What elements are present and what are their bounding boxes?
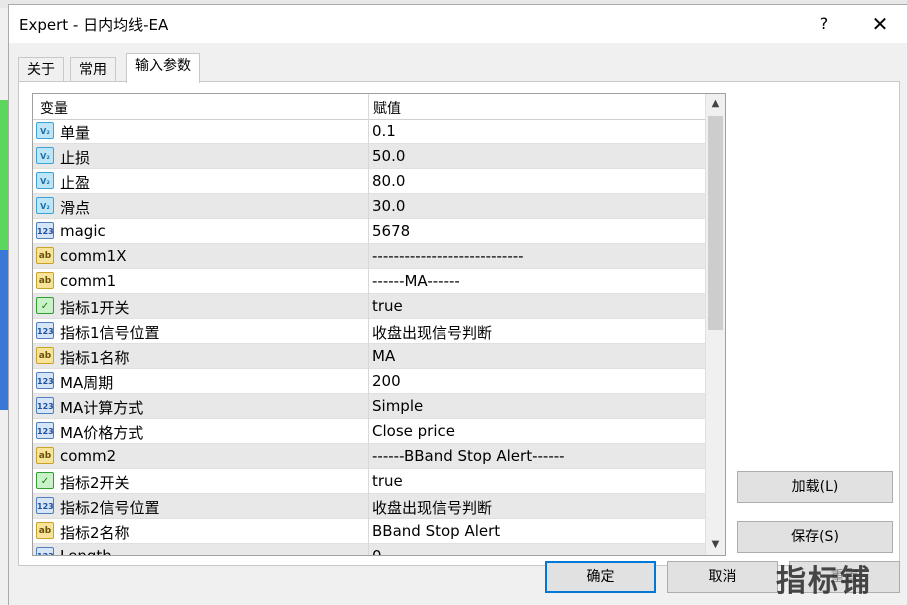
v2-icon: V₂: [36, 147, 54, 164]
parameter-row[interactable]: V₂ 止损 50.0: [33, 144, 705, 169]
123-icon: 123: [36, 397, 54, 414]
parameter-row[interactable]: ab comm1X ----------------------------: [33, 244, 705, 269]
parameter-name: 指标2开关: [60, 474, 130, 492]
parameter-value[interactable]: 0.1: [372, 122, 396, 140]
tab-inputs[interactable]: 输入参数: [126, 53, 200, 83]
parameter-name: comm1: [60, 272, 117, 290]
watermark-logo: 指标铺: [776, 564, 872, 599]
v2-icon: V₂: [36, 122, 54, 139]
parameter-name: comm2: [60, 447, 117, 465]
parameter-name: 止盈: [60, 174, 91, 192]
window-title: Expert - 日内均线-EA: [19, 16, 169, 34]
parameter-name: 指标2信号位置: [60, 499, 160, 517]
save-button[interactable]: 保存(S): [737, 521, 893, 553]
parameter-name: 指标2名称: [60, 524, 130, 542]
ab-icon: ab: [36, 522, 54, 539]
parameter-value[interactable]: 80.0: [372, 172, 405, 190]
parameter-value[interactable]: BBand Stop Alert: [372, 522, 500, 540]
parameter-row[interactable]: V₂ 滑点 30.0: [33, 194, 705, 219]
ab-icon: ab: [36, 247, 54, 264]
bool-icon: ✓: [36, 472, 54, 489]
v2-icon: V₂: [36, 172, 54, 189]
tab-common[interactable]: 常用: [70, 57, 116, 82]
parameter-row[interactable]: 123 MA周期 200: [33, 369, 705, 394]
parameter-name: MA价格方式: [60, 424, 144, 442]
parameter-value[interactable]: MA: [372, 347, 395, 365]
123-icon: 123: [36, 372, 54, 389]
parameter-row[interactable]: 123 Length 0: [33, 544, 705, 556]
parameter-name: comm1X: [60, 247, 127, 265]
tab-about[interactable]: 关于: [18, 57, 64, 82]
123-icon: 123: [36, 547, 54, 555]
parameter-row[interactable]: ✓ 指标2开关 true: [33, 469, 705, 494]
parameter-value[interactable]: 收盘出现信号判断: [372, 322, 492, 343]
load-button[interactable]: 加载(L): [737, 471, 893, 503]
parameter-value[interactable]: ------BBand Stop Alert------: [372, 447, 565, 465]
parameter-name: 指标1开关: [60, 299, 130, 317]
parameter-name: 滑点: [60, 199, 91, 217]
parameter-row[interactable]: 123 指标2信号位置 收盘出现信号判断: [33, 494, 705, 519]
parameter-row[interactable]: 123 magic 5678: [33, 219, 705, 244]
parameter-name: 止损: [60, 149, 91, 167]
parameters-grid[interactable]: 变量 赋值 V₂ 单量 0.1 V₂ 止损 50.0 V₂ 止盈 80.0 V₂ 滑点 30.0 123…: [32, 93, 726, 556]
title-bar: Expert - 日内均线-EA ? ✕: [9, 5, 907, 43]
parameter-value[interactable]: true: [372, 297, 403, 315]
123-icon: 123: [36, 322, 54, 339]
parameter-row[interactable]: ab comm2 ------BBand Stop Alert------: [33, 444, 705, 469]
123-icon: 123: [36, 222, 54, 239]
parameter-value[interactable]: ------MA------: [372, 272, 460, 290]
ab-icon: ab: [36, 347, 54, 364]
parameter-rows: V₂ 单量 0.1 V₂ 止损 50.0 V₂ 止盈 80.0 V₂ 滑点 30.0 123 magic 5…: [33, 119, 705, 556]
parameter-name: MA计算方式: [60, 399, 144, 417]
parameter-name: magic: [60, 222, 106, 240]
column-header-variable[interactable]: 变量: [40, 98, 68, 118]
parameter-name: 指标1信号位置: [60, 324, 160, 342]
scroll-up-arrow-icon[interactable]: ▲: [706, 94, 725, 114]
grid-header: 变量 赋值: [33, 94, 705, 120]
parameter-name: 指标1名称: [60, 349, 130, 367]
parameter-row[interactable]: ✓ 指标1开关 true: [33, 294, 705, 319]
parameter-row[interactable]: ab 指标2名称 BBand Stop Alert: [33, 519, 705, 544]
cancel-button[interactable]: 取消: [667, 561, 778, 593]
parameter-name: MA周期: [60, 374, 114, 392]
scroll-down-arrow-icon[interactable]: ▼: [706, 535, 725, 555]
123-icon: 123: [36, 422, 54, 439]
scrollbar-thumb[interactable]: [708, 116, 723, 330]
close-button[interactable]: ✕: [865, 9, 895, 39]
column-divider: [368, 94, 369, 555]
parameter-value[interactable]: Simple: [372, 397, 423, 415]
parameter-value[interactable]: 收盘出现信号判断: [372, 497, 492, 518]
parameter-value[interactable]: 50.0: [372, 147, 405, 165]
parameter-row[interactable]: V₂ 单量 0.1: [33, 119, 705, 144]
ok-button[interactable]: 确定: [545, 561, 656, 593]
parameter-row[interactable]: V₂ 止盈 80.0: [33, 169, 705, 194]
parameter-row[interactable]: 123 MA计算方式 Simple: [33, 394, 705, 419]
ab-icon: ab: [36, 272, 54, 289]
bool-icon: ✓: [36, 297, 54, 314]
parameter-row[interactable]: 123 MA价格方式 Close price: [33, 419, 705, 444]
parameter-value[interactable]: 30.0: [372, 197, 405, 215]
v2-icon: V₂: [36, 197, 54, 214]
parameter-value[interactable]: true: [372, 472, 403, 490]
parameter-row[interactable]: ab 指标1名称 MA: [33, 344, 705, 369]
123-icon: 123: [36, 497, 54, 514]
parameter-name: 单量: [60, 124, 91, 142]
parameter-value[interactable]: ----------------------------: [372, 247, 524, 265]
parameter-row[interactable]: 123 指标1信号位置 收盘出现信号判断: [33, 319, 705, 344]
ab-icon: ab: [36, 447, 54, 464]
vertical-scrollbar[interactable]: ▲ ▼: [705, 94, 725, 555]
parameter-value[interactable]: Close price: [372, 422, 455, 440]
column-header-value[interactable]: 赋值: [373, 98, 401, 118]
expert-dialog: Expert - 日内均线-EA ? ✕ 关于 常用 输入参数 变量 赋值 V₂…: [8, 4, 907, 605]
parameter-value[interactable]: 200: [372, 372, 401, 390]
inputs-panel: 变量 赋值 V₂ 单量 0.1 V₂ 止损 50.0 V₂ 止盈 80.0 V₂ 滑点 30.0 123…: [18, 81, 900, 566]
parameter-value[interactable]: 5678: [372, 222, 410, 240]
parameter-row[interactable]: ab comm1 ------MA------: [33, 269, 705, 294]
parameter-value[interactable]: 0: [372, 547, 382, 555]
parameter-name: Length: [60, 547, 112, 556]
help-button[interactable]: ?: [811, 9, 837, 39]
